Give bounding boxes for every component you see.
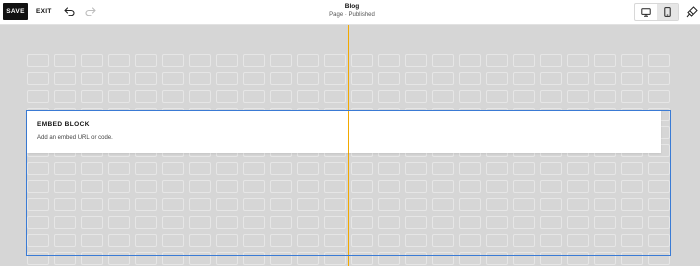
layout-grid-cell (378, 90, 400, 103)
layout-grid-cell (27, 54, 49, 67)
layout-grid-cell (81, 54, 103, 67)
page-title-group: Blog Page · Published (300, 3, 404, 19)
layout-grid-cell (216, 90, 238, 103)
layout-grid-cell (351, 90, 373, 103)
mobile-view-button[interactable] (657, 4, 678, 20)
layout-grid-cell (54, 54, 76, 67)
center-guide-line-overlay (348, 111, 349, 153)
layout-grid-cell (513, 54, 535, 67)
layout-grid-cell (513, 90, 535, 103)
layout-grid-cell (270, 90, 292, 103)
layout-grid-cell (540, 90, 562, 103)
layout-grid-cell (567, 54, 589, 67)
layout-grid-cell (594, 90, 616, 103)
embed-block-title: EMBED BLOCK (37, 121, 90, 128)
layout-grid-cell (243, 72, 265, 85)
style-button[interactable] (684, 4, 699, 19)
layout-grid-cell (135, 90, 157, 103)
layout-grid-cell (648, 72, 670, 85)
layout-grid-cell (432, 72, 454, 85)
layout-grid-cell (189, 54, 211, 67)
editor-canvas[interactable]: EMBED BLOCK Add an embed URL or code. (0, 25, 700, 266)
layout-grid-cell (297, 90, 319, 103)
layout-grid-cell (486, 54, 508, 67)
layout-grid-cell (351, 72, 373, 85)
redo-button[interactable] (83, 4, 98, 19)
layout-grid-cell (459, 72, 481, 85)
top-toolbar: SAVE EXIT Blog Page · Published (0, 0, 700, 25)
layout-grid-cell (648, 54, 670, 67)
layout-grid-cell (216, 54, 238, 67)
desktop-icon (641, 7, 651, 17)
layout-grid-cell (432, 54, 454, 67)
layout-grid-cell (216, 72, 238, 85)
layout-grid-cell (324, 72, 346, 85)
layout-grid-cell (81, 72, 103, 85)
layout-grid-cell (351, 54, 373, 67)
layout-grid-cell (486, 72, 508, 85)
device-toggle (634, 3, 679, 21)
layout-grid-cell (135, 54, 157, 67)
layout-grid-cell (27, 72, 49, 85)
layout-grid-cell (432, 90, 454, 103)
layout-grid-cell (54, 72, 76, 85)
layout-grid-cell (459, 54, 481, 67)
layout-grid-cell (621, 90, 643, 103)
embed-block[interactable]: EMBED BLOCK Add an embed URL or code. (27, 111, 661, 153)
layout-grid-cell (378, 72, 400, 85)
layout-grid-cell (405, 72, 427, 85)
layout-grid-cell (297, 72, 319, 85)
layout-grid-cell (54, 90, 76, 103)
layout-grid-cell (108, 90, 130, 103)
layout-grid-cell (243, 90, 265, 103)
layout-grid-cell (108, 72, 130, 85)
layout-grid-cell (297, 54, 319, 67)
mobile-icon (664, 7, 671, 17)
page-title: Blog (344, 3, 360, 10)
undo-button[interactable] (62, 4, 77, 19)
layout-grid-cell (594, 72, 616, 85)
layout-grid-cell (648, 90, 670, 103)
layout-grid-cell (189, 72, 211, 85)
layout-grid-cell (459, 90, 481, 103)
layout-grid-cell (243, 54, 265, 67)
redo-icon (85, 7, 96, 16)
layout-grid-cell (621, 72, 643, 85)
layout-grid-cell (27, 90, 49, 103)
layout-grid-cell (162, 90, 184, 103)
layout-grid-cell (324, 90, 346, 103)
layout-grid-cell (108, 54, 130, 67)
layout-grid-cell (513, 72, 535, 85)
layout-grid-cell (270, 72, 292, 85)
embed-block-description: Add an embed URL or code. (37, 135, 113, 141)
undo-icon (64, 7, 75, 16)
paint-brush-icon (686, 5, 698, 17)
layout-grid-cell (162, 54, 184, 67)
layout-grid-cell (486, 90, 508, 103)
layout-grid-cell (621, 54, 643, 67)
page-editor: SAVE EXIT Blog Page · Published EMBED BL… (0, 0, 700, 266)
layout-grid-cell (324, 54, 346, 67)
layout-grid-cell (270, 54, 292, 67)
layout-grid-cell (567, 72, 589, 85)
layout-grid-cell (567, 90, 589, 103)
exit-button[interactable]: EXIT (36, 3, 52, 20)
layout-grid-cell (135, 72, 157, 85)
layout-grid-cell (378, 54, 400, 67)
layout-grid-cell (540, 54, 562, 67)
save-button[interactable]: SAVE (3, 3, 28, 20)
layout-grid-cell (405, 90, 427, 103)
layout-grid-cell (594, 54, 616, 67)
page-status: Page · Published (329, 12, 375, 18)
desktop-view-button[interactable] (635, 4, 657, 20)
layout-grid-cell (540, 72, 562, 85)
layout-grid-cell (189, 90, 211, 103)
layout-grid-cell (162, 72, 184, 85)
layout-grid-cell (405, 54, 427, 67)
layout-grid-cell (81, 90, 103, 103)
